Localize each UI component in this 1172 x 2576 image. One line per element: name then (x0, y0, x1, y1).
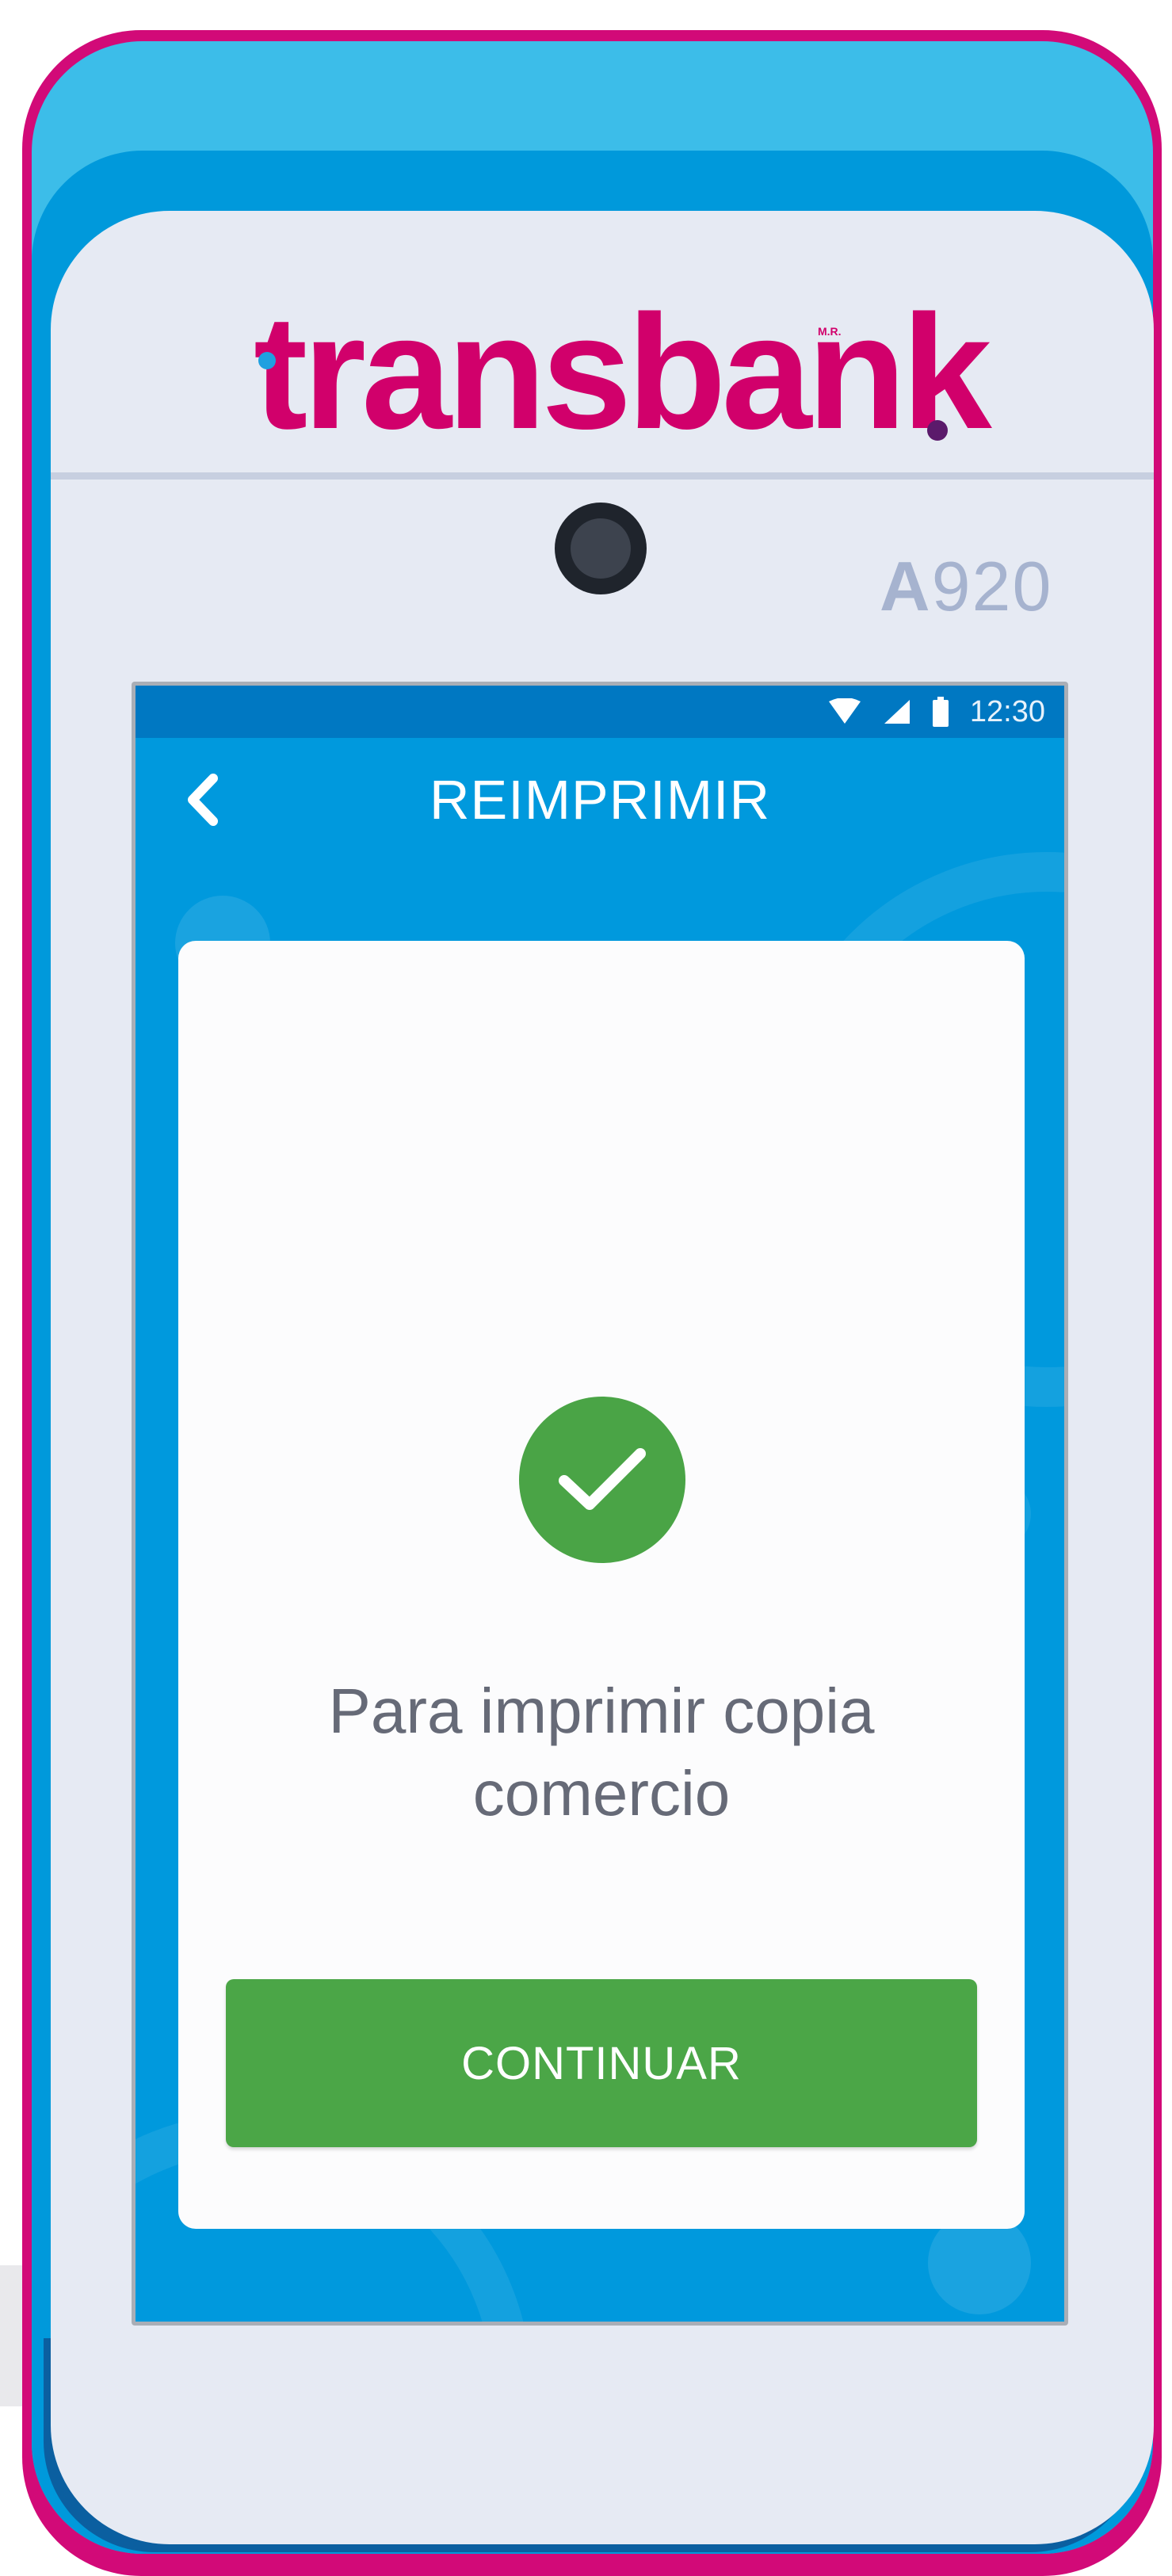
status-bar: 12:30 (136, 686, 1064, 738)
status-time: 12:30 (969, 694, 1045, 728)
battery-icon (932, 697, 949, 727)
logo-period-dot (927, 420, 948, 441)
camera-lens (571, 518, 631, 579)
logo-accent-dot (258, 352, 276, 369)
model-number: 920 (931, 547, 1053, 625)
continue-button[interactable]: CONTINUAR (226, 1979, 977, 2147)
model-prefix: A (880, 547, 932, 625)
logo-registered-mark: M.R. (818, 325, 842, 338)
check-circle-icon (519, 1397, 685, 1563)
wifi-icon (828, 698, 861, 724)
result-card: Para imprimir copia comercio CONTINUAR (178, 941, 1025, 2229)
device-model: A920 (880, 547, 1070, 626)
device-face-divider (51, 472, 1154, 480)
app-bar: REIMPRIMIR (136, 738, 1064, 860)
cell-signal-icon (884, 700, 910, 724)
device-screen: 12:30 REIMPRIMIR Para imprimir copia com… (136, 686, 1064, 2322)
checkmark-icon (559, 1448, 646, 1510)
status-message: Para imprimir copia comercio (328, 1676, 875, 1829)
page-title: REIMPRIMIR (429, 769, 770, 831)
brand-logo: transbank (254, 281, 992, 463)
